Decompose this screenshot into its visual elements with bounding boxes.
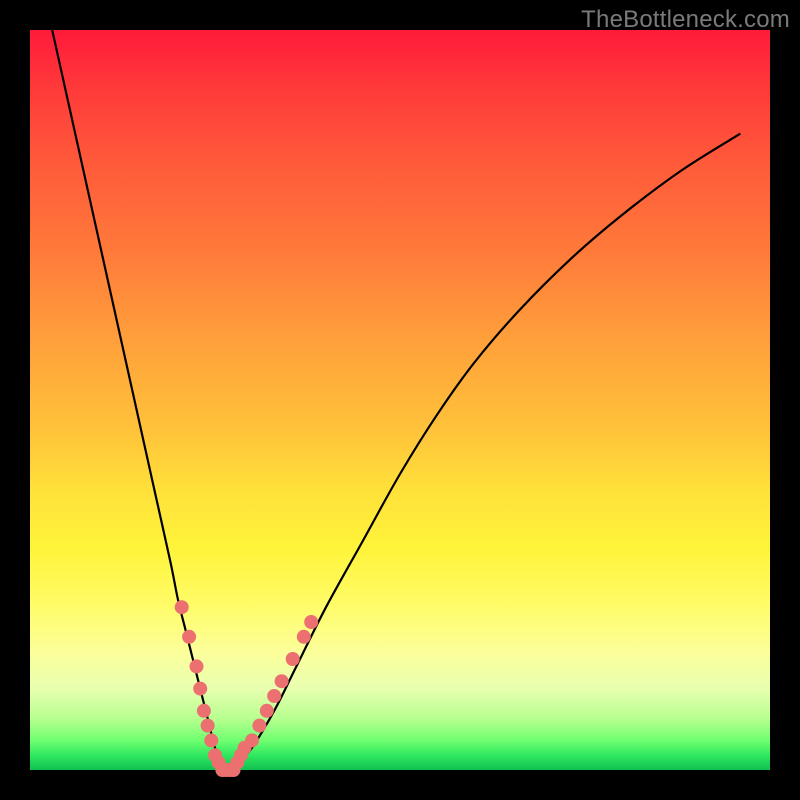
marker-dot [275,674,289,688]
marker-dot [204,733,218,747]
marker-dot [245,733,259,747]
curve-svg [30,30,770,770]
bottleneck-curve [52,30,740,772]
marker-dot [252,719,266,733]
marker-dot [260,704,274,718]
marker-dot [267,689,281,703]
marker-dot [193,682,207,696]
marker-dot [190,659,204,673]
marker-dot [197,704,211,718]
marker-dot [304,615,318,629]
chart-frame: TheBottleneck.com [0,0,800,800]
curve-markers [175,600,319,777]
marker-dot [286,652,300,666]
marker-dot [182,630,196,644]
plot-area [30,30,770,770]
watermark-text: TheBottleneck.com [581,6,790,34]
marker-dot [175,600,189,614]
marker-dot [297,630,311,644]
marker-dot [201,719,215,733]
